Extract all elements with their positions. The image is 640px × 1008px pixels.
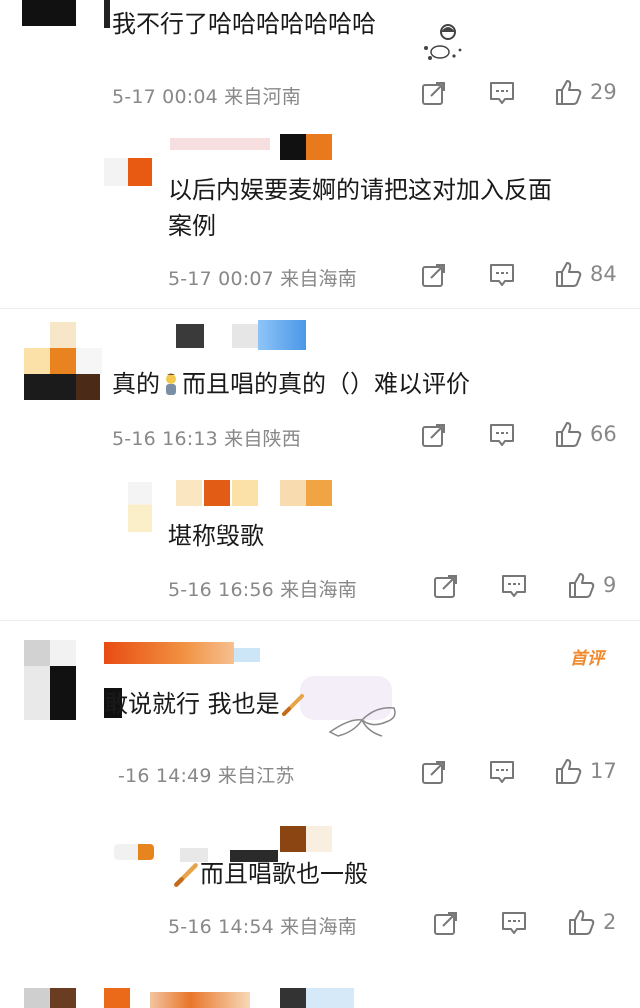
share-button[interactable] (433, 573, 459, 599)
thumbs-up-icon (556, 80, 582, 105)
username-blur (150, 992, 250, 1008)
like-button[interactable]: 9 (567, 571, 616, 599)
comment-icon (490, 264, 514, 286)
share-icon (422, 424, 445, 447)
share-button[interactable] (433, 910, 459, 936)
comment-text: 真的 而且唱的真的（）难以评价 (112, 366, 470, 402)
like-count: 9 (603, 573, 617, 597)
avatar[interactable] (24, 988, 76, 1008)
username-blur (170, 138, 270, 150)
username-blur (258, 320, 306, 350)
username-blur (280, 826, 306, 852)
comment-text-body: 而且唱歌也一般 (200, 860, 368, 888)
comment-button[interactable] (488, 422, 516, 448)
comment-text-line: 案例 (168, 212, 216, 240)
comment-icon (490, 82, 514, 104)
share-icon (422, 82, 445, 105)
comment-text-line: 以后内娱要麦婀的请把这对加入反面 (168, 176, 552, 204)
comment-text: 以后内娱要麦婀的请把这对加入反面 案例 (168, 172, 552, 244)
comment-meta: 5-16 16:56 来自海南 (168, 579, 357, 601)
username-blur (280, 988, 306, 1008)
like-button[interactable]: 66 (554, 420, 617, 448)
avatar[interactable] (128, 482, 152, 532)
share-button[interactable] (421, 422, 447, 448)
share-button[interactable] (421, 262, 447, 288)
share-button[interactable] (421, 80, 447, 106)
comment-meta: 5-17 00:04 来自河南 (112, 86, 301, 108)
username-blur (234, 648, 260, 662)
comment-meta: 5-16 16:13 来自陕西 (112, 428, 301, 450)
comment-button[interactable] (500, 910, 528, 936)
username-fragment (104, 0, 110, 28)
share-icon (422, 761, 445, 784)
thumbs-up-icon (556, 759, 582, 784)
comment-text: 堪称毁歌 (168, 518, 264, 554)
comment-text-body: 我不行了哈哈哈哈哈哈哈 (112, 10, 376, 38)
comment-text-body: 敢说就行 我也是 (104, 690, 280, 718)
like-count: 2 (603, 910, 617, 934)
thumbs-up-icon (569, 910, 595, 935)
username-blur (232, 324, 258, 348)
cigarette-emoji-icon (174, 863, 198, 887)
comment-text: 而且唱歌也一般 (172, 856, 368, 892)
avatar[interactable] (22, 0, 76, 26)
divider (0, 620, 640, 621)
comment-button[interactable] (488, 759, 516, 785)
username-blur (232, 480, 258, 506)
comment-icon (502, 575, 526, 597)
like-button[interactable]: 17 (554, 757, 617, 785)
username-blur (176, 480, 202, 506)
username-blur (204, 480, 230, 506)
divider (0, 308, 640, 309)
comment-button[interactable] (500, 573, 528, 599)
username-blur (280, 134, 306, 160)
avatar[interactable] (24, 640, 76, 720)
comment-text-body: 而且唱的真的（）难以评价 (182, 370, 470, 398)
comment-text: 敢说就行 我也是 (104, 686, 306, 722)
avatar[interactable] (22, 322, 102, 400)
thumbs-up-icon (569, 573, 595, 598)
ribbon-sticker-icon (328, 707, 396, 737)
like-count: 17 (590, 759, 617, 783)
sticker-icon (424, 24, 462, 60)
comment-text-body: 堪称毁歌 (168, 522, 264, 550)
username-blur (306, 480, 332, 506)
like-count: 66 (590, 422, 617, 446)
person-emoji-icon (166, 373, 176, 395)
thumbs-up-icon (556, 262, 582, 287)
comment-button[interactable] (488, 262, 516, 288)
username-blur (104, 988, 130, 1008)
comment-text: 我不行了哈哈哈哈哈哈哈 (112, 6, 376, 42)
username-blur (104, 642, 234, 664)
like-count: 84 (590, 262, 617, 286)
comment-button[interactable] (488, 80, 516, 106)
first-comment-badge: 首评 (570, 649, 604, 669)
comment-icon (490, 424, 514, 446)
like-count: 29 (590, 80, 617, 104)
avatar[interactable] (104, 158, 152, 186)
cigarette-emoji-icon (281, 694, 304, 716)
comment-meta: 5-17 00:07 来自海南 (168, 268, 357, 290)
comment-meta: 5-16 14:54 来自海南 (168, 916, 357, 938)
thumbs-up-icon (556, 422, 582, 447)
like-button[interactable]: 84 (554, 260, 617, 288)
comment-icon (490, 761, 514, 783)
comment-icon (502, 912, 526, 934)
username-blur (306, 134, 332, 160)
share-icon (422, 264, 445, 287)
share-icon (434, 575, 457, 598)
username-blur (176, 324, 204, 348)
comment-text-body: 真的 (112, 370, 160, 398)
like-button[interactable]: 29 (554, 78, 617, 106)
share-button[interactable] (421, 759, 447, 785)
like-button[interactable]: 2 (567, 908, 616, 936)
share-icon (434, 912, 457, 935)
username-blur (306, 826, 332, 852)
username-blur (280, 480, 306, 506)
username-blur (306, 988, 354, 1008)
avatar[interactable] (114, 844, 154, 860)
comment-meta: -16 14:49 来自江苏 (118, 765, 295, 787)
